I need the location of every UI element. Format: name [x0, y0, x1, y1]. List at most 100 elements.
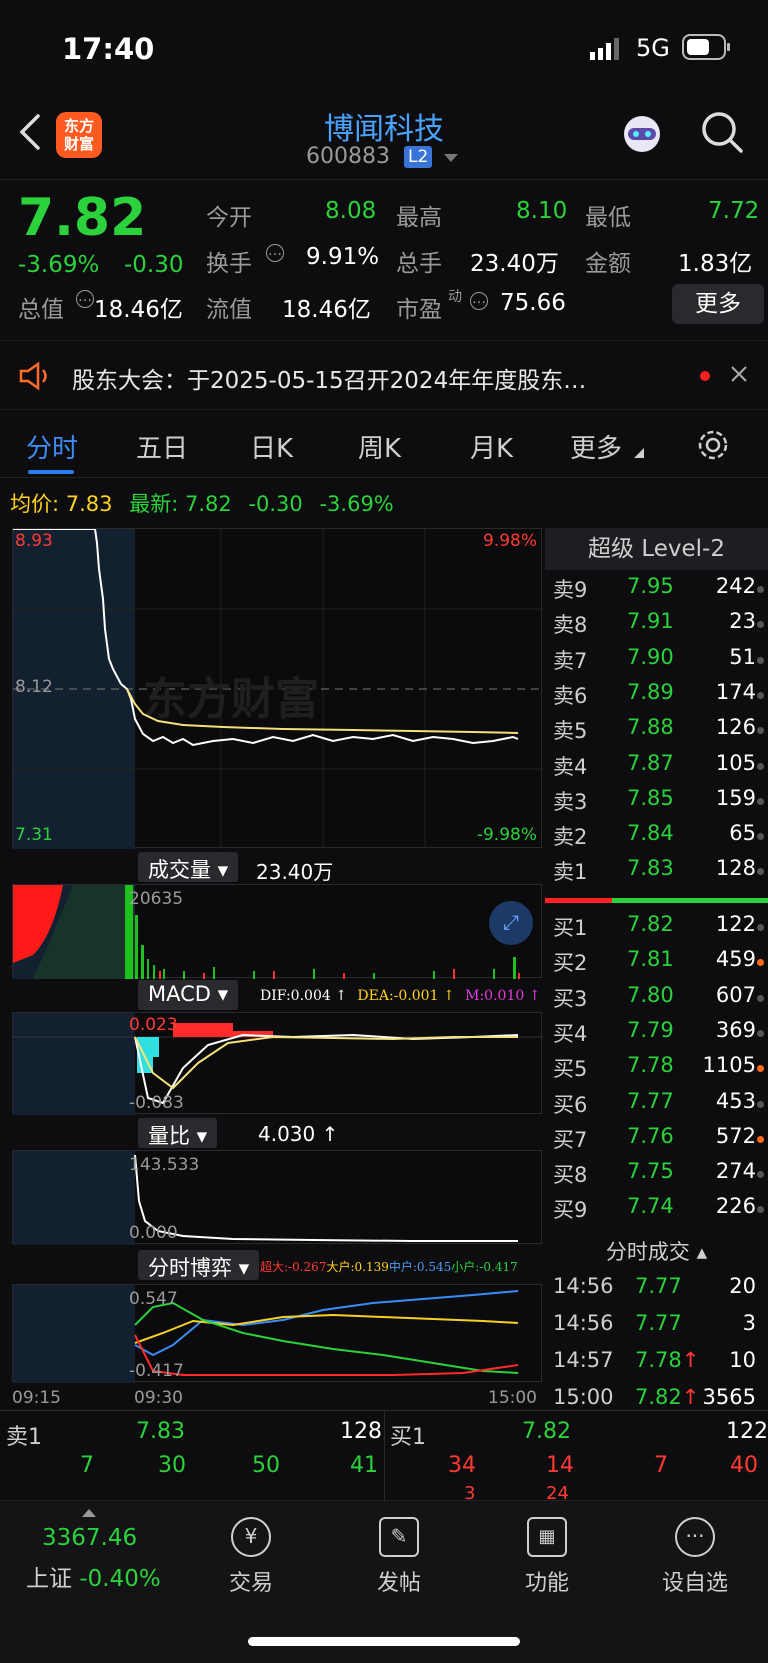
info-icon[interactable]: …	[266, 244, 284, 262]
nav-trade-label: 交易	[228, 1571, 273, 1596]
bid-row[interactable]: 买9 7.74 226	[545, 1194, 768, 1228]
pe-value: 75.66	[500, 290, 566, 316]
pe-dynamic-sup: 动	[448, 289, 462, 305]
bid-row[interactable]: 买2 7.81 459	[545, 947, 768, 981]
more-button[interactable]: 更多	[672, 284, 764, 324]
ask-row[interactable]: 卖9 7.95 242	[545, 574, 768, 608]
ask-row[interactable]: 卖8 7.91 23	[545, 609, 768, 643]
index-value[interactable]: 3367.46	[42, 1525, 137, 1551]
ask-row[interactable]: 卖2 7.84 65	[545, 821, 768, 855]
gear-icon[interactable]	[696, 428, 730, 462]
tab-five-day[interactable]: 五日	[136, 428, 188, 465]
bid-row[interactable]: 买4 7.79 369	[545, 1018, 768, 1052]
stock-header: 东方 财富 博闻科技 600883 L2	[0, 96, 768, 180]
ask-row[interactable]: 卖5 7.88 126	[545, 715, 768, 749]
price-axis-mid: 8.12	[15, 677, 53, 697]
ask-row[interactable]: 卖1 7.83 128	[545, 856, 768, 890]
ask-volume: 65	[729, 821, 756, 846]
nav-watchlist[interactable]: ··· 设自选	[640, 1517, 750, 1597]
pe-label: 市盈	[396, 297, 442, 323]
volume-value: 23.40万	[470, 251, 559, 277]
bid-level-label: 买1	[553, 916, 588, 940]
ticks-title[interactable]: 分时成交 ▴	[545, 1236, 768, 1272]
more-dots-icon: ···	[675, 1517, 715, 1557]
macd-indicator-select[interactable]: MACD ▾	[138, 980, 239, 1010]
flow-small: 小户:-0.417	[451, 1260, 518, 1274]
info-icon[interactable]: …	[76, 290, 94, 308]
volume-ratio-chart[interactable]: 143.533 0.000	[12, 1150, 542, 1245]
caret-up-icon[interactable]	[82, 1509, 96, 1517]
tab-daily-k[interactable]: 日K	[250, 428, 293, 465]
float-label: 流值	[206, 297, 252, 323]
volume-ratio-select[interactable]: 量比 ▾	[138, 1118, 218, 1148]
ask-volume: 128	[715, 856, 756, 881]
info-icon[interactable]: …	[470, 292, 488, 310]
ask-row[interactable]: 卖6 7.89 174	[545, 680, 768, 714]
tick-price: 7.78↑	[635, 1348, 700, 1372]
intraday-price-chart[interactable]: 东方财富 8.93 8.12 7.31 9.98% -9.98%	[12, 528, 543, 849]
order-flow-chart[interactable]: 0.547 -0.417	[12, 1284, 542, 1383]
ask-price: 7.88	[627, 715, 674, 740]
bid-row[interactable]: 买3 7.80 607	[545, 983, 768, 1017]
tab-more[interactable]: 更多	[570, 428, 622, 465]
ask-row[interactable]: 卖7 7.90 51	[545, 645, 768, 679]
time-axis-close: 15:00	[488, 1388, 537, 1408]
tab-intraday[interactable]: 分时	[26, 428, 78, 465]
row-dot	[757, 656, 764, 664]
caret-down-icon[interactable]	[444, 154, 458, 164]
order-flow-select[interactable]: 分时博弈 ▾	[138, 1250, 260, 1280]
nav-functions-label: 功能	[524, 1571, 569, 1596]
tab-monthly-k[interactable]: 月K	[470, 428, 513, 465]
bid-volume: 274	[715, 1159, 756, 1184]
index-name[interactable]: 上证 -0.40%	[26, 1559, 161, 1593]
volume-indicator-select[interactable]: 成交量 ▾	[138, 852, 239, 882]
robot-assistant-icon[interactable]	[618, 110, 666, 158]
ask-level-label: 卖4	[553, 754, 588, 779]
chart-tabs: 分时 五日 日K 周K 月K 更多	[0, 412, 768, 478]
price-axis-low: 7.31	[15, 825, 53, 845]
avg-value: 7.83	[65, 492, 113, 516]
close-icon[interactable]	[730, 365, 748, 383]
nav-trade[interactable]: ¥ 交易	[196, 1517, 306, 1597]
home-indicator	[248, 1637, 520, 1646]
avg-label: 均价:	[10, 492, 60, 516]
level2-title[interactable]: 超级 Level-2	[545, 528, 768, 570]
bid-row[interactable]: 买5 7.78 1105	[545, 1053, 768, 1087]
volume-chart[interactable]: 20635 ⤢	[12, 884, 542, 979]
depth-ask-price: 7.83	[136, 1419, 185, 1444]
bid-price: 7.74	[627, 1194, 674, 1219]
price-change: -0.30	[124, 252, 184, 278]
bid-row[interactable]: 买7 7.76 572	[545, 1124, 768, 1158]
pct-axis-low: -9.98%	[476, 825, 537, 845]
tick-volume: 3565	[702, 1385, 756, 1409]
bid-row[interactable]: 买1 7.82 122	[545, 912, 768, 946]
bid-row[interactable]: 买6 7.77 453	[545, 1089, 768, 1123]
ask-row[interactable]: 卖4 7.87 105	[545, 751, 768, 785]
expand-icon[interactable]: ⤢	[489, 901, 533, 945]
row-dot	[757, 1100, 764, 1108]
depth-ask-vol: 128	[340, 1419, 382, 1444]
flow-large: 大户:0.139	[326, 1260, 389, 1274]
tab-weekly-k[interactable]: 周K	[358, 428, 401, 465]
order-flow-canvas	[13, 1285, 519, 1383]
status-bar: 17:40 5G	[0, 0, 768, 96]
search-icon[interactable]	[700, 110, 744, 154]
nav-post[interactable]: ✎ 发帖	[344, 1517, 454, 1597]
row-dot	[757, 1135, 764, 1143]
bid-level-label: 买8	[553, 1163, 588, 1188]
bid-ask-ratio-bar	[545, 898, 768, 903]
macd-chart[interactable]: 0.023 -0.083	[12, 1012, 543, 1115]
ask-volume: 51	[729, 644, 756, 669]
row-dot	[757, 959, 764, 967]
level2-badge: L2	[404, 146, 433, 168]
tick-row: 14:56 7.77 20	[545, 1274, 768, 1308]
ask-level-label: 卖1	[553, 860, 588, 885]
bid-volume: 369	[715, 1017, 756, 1042]
row-dot	[757, 586, 764, 593]
time-axis-start: 09:15	[12, 1388, 61, 1408]
bid-row[interactable]: 买8 7.75 274	[545, 1159, 768, 1193]
tick-price: 7.77	[635, 1274, 682, 1298]
ask-row[interactable]: 卖3 7.85 159	[545, 786, 768, 820]
notice-bar[interactable]: 股东大会：于2025-05-15召开2024年年度股东…	[0, 340, 768, 410]
nav-functions[interactable]: ▦ 功能	[492, 1517, 602, 1597]
